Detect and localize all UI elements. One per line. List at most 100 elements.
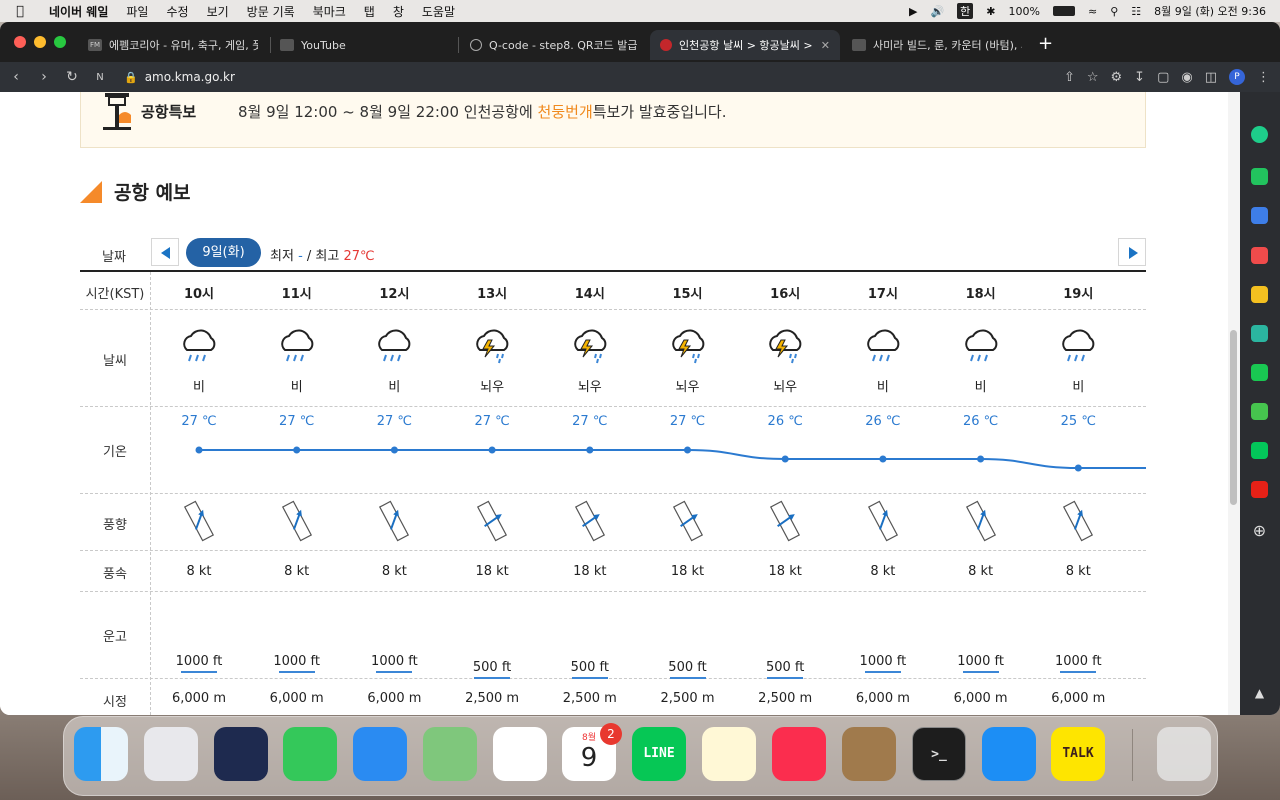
ceiling-value: 1000 ft: [371, 654, 418, 669]
menu-history[interactable]: 방문 기록: [238, 3, 304, 20]
menu-tab[interactable]: 탭: [355, 3, 384, 20]
tab-qcode[interactable]: Q-code - step8. QR코드 발급: [460, 30, 648, 60]
launchpad-icon[interactable]: [144, 727, 198, 781]
window-minimize-button[interactable]: [34, 36, 46, 48]
sidebar-talk-icon[interactable]: [1251, 168, 1268, 185]
input-source-indicator[interactable]: 한: [957, 3, 974, 19]
min-value: -: [298, 249, 303, 264]
terminal-icon[interactable]: >_: [912, 727, 966, 781]
wind-direction-arrow-icon: [834, 500, 932, 542]
calendar-icon[interactable]: 8월 9 2: [562, 723, 622, 781]
menu-file[interactable]: 파일: [117, 3, 157, 20]
menu-view[interactable]: 보기: [198, 3, 238, 20]
bluetooth-icon[interactable]: ✱: [986, 5, 995, 18]
app-store-icon[interactable]: [982, 727, 1036, 781]
new-tab-button[interactable]: +: [1038, 33, 1053, 54]
extensions-icon[interactable]: ⚙: [1111, 70, 1123, 85]
scroll-thumb[interactable]: [1230, 330, 1237, 505]
next-date-button[interactable]: [1118, 238, 1146, 266]
menubar-clock[interactable]: 8월 9일 (화) 오전 9:36: [1154, 3, 1266, 19]
sidebar-toggle-icon[interactable]: ◫: [1205, 70, 1217, 85]
temperature-point: [684, 446, 691, 454]
finder-icon[interactable]: [74, 727, 128, 781]
section-triangle-icon: [80, 180, 102, 203]
sidebar-calendar-icon[interactable]: [1251, 207, 1268, 224]
whale-sidebar-home-icon[interactable]: [1251, 126, 1268, 143]
rain-cloud-icon: [248, 326, 346, 366]
whale-browser-icon[interactable]: [214, 727, 268, 781]
back-icon[interactable]: ‹: [2, 69, 30, 85]
tab-close-icon[interactable]: ✕: [821, 39, 830, 52]
menu-window[interactable]: 창: [384, 3, 413, 20]
temp-label: 27 ℃: [474, 414, 510, 429]
tab-youtube[interactable]: YouTube: [270, 30, 455, 60]
ceiling-value: 1000 ft: [859, 654, 907, 669]
page-scrollbar[interactable]: [1228, 92, 1240, 715]
menu-help[interactable]: 도움말: [413, 3, 464, 20]
lock-icon: 🔒: [124, 70, 138, 84]
battery-icon[interactable]: [1052, 6, 1075, 16]
kma-favicon: [660, 39, 672, 51]
share-icon[interactable]: ⇧: [1064, 70, 1075, 85]
trash-icon[interactable]: [1157, 727, 1211, 781]
tab-samira-build[interactable]: 사미라 빌드, 룬, 카운터 (바텀), 시즌: [842, 30, 1032, 60]
arrow-right-icon: [1129, 247, 1138, 259]
sidebar-star-icon[interactable]: [1251, 286, 1268, 303]
sidebar-memo-icon[interactable]: [1251, 364, 1268, 381]
sidebar-youtube-icon[interactable]: [1251, 481, 1268, 498]
max-label: / 최고: [306, 249, 340, 264]
maps-icon[interactable]: [423, 727, 477, 781]
sidebar-add-icon[interactable]: ⊕: [1251, 522, 1268, 539]
tab-incheon-weather[interactable]: 인천공항 날씨 > 항공날씨 > 항공기상 ✕: [650, 30, 840, 60]
prev-date-button[interactable]: [151, 238, 179, 266]
reload-icon[interactable]: ↻: [58, 69, 86, 85]
sidebar-naver-icon[interactable]: [1251, 442, 1268, 459]
wifi-icon[interactable]: ≈: [1088, 5, 1097, 18]
menu-edit[interactable]: 수정: [157, 3, 197, 20]
photos-icon[interactable]: [493, 727, 547, 781]
control-center-icon[interactable]: ☷: [1131, 5, 1141, 18]
messages-icon[interactable]: [283, 727, 337, 781]
menu-bookmarks[interactable]: 북마크: [304, 3, 355, 20]
address-bar[interactable]: 🔒 amo.kma.go.kr: [114, 62, 994, 92]
tab-label: YouTube: [301, 38, 346, 52]
music-icon[interactable]: [772, 727, 826, 781]
temp-label: 27 ℃: [572, 414, 608, 429]
sidebar-translate-icon[interactable]: [1251, 325, 1268, 342]
window-zoom-button[interactable]: [54, 36, 66, 48]
ceiling-value: 1000 ft: [957, 654, 1004, 669]
more-menu-icon[interactable]: ⋮: [1257, 70, 1270, 85]
profile-avatar[interactable]: P: [1229, 69, 1245, 85]
samira-favicon: [852, 39, 866, 51]
tab-label: 인천공항 날씨 > 항공날씨 > 항공기상: [679, 39, 814, 52]
sidebar-game-icon[interactable]: [1251, 403, 1268, 420]
spotlight-search-icon[interactable]: ⚲: [1110, 5, 1118, 18]
tab-fmkorea[interactable]: FM 에펨코리아 - 유머, 축구, 게임, 풋볼매: [78, 30, 268, 60]
hour-label: 12시: [379, 287, 410, 302]
control-tower-icon: [103, 93, 131, 130]
window-close-button[interactable]: [14, 36, 26, 48]
sidebar-pocket-icon[interactable]: [1251, 247, 1268, 264]
mail-icon[interactable]: [353, 727, 407, 781]
contacts-icon[interactable]: [842, 727, 896, 781]
line-icon[interactable]: LINE: [632, 727, 686, 781]
download-icon[interactable]: ↧: [1134, 70, 1145, 85]
visibility-value: 6,000 m: [269, 691, 324, 706]
temperature-point: [879, 455, 887, 463]
forward-icon[interactable]: ›: [30, 69, 58, 85]
notes-icon[interactable]: [702, 727, 756, 781]
play-status-icon[interactable]: ▶: [909, 5, 917, 18]
sidebar-pin-icon[interactable]: ▲: [1251, 686, 1268, 703]
volume-icon[interactable]: 🔊: [930, 5, 944, 18]
bookmark-star-icon[interactable]: ☆: [1087, 70, 1099, 85]
capture-icon[interactable]: ▢: [1157, 70, 1169, 85]
current-date-pill[interactable]: 9일(화): [186, 238, 261, 267]
row-label-wind-speed: 풍속: [103, 567, 127, 582]
apple-menu-icon[interactable]: : [0, 4, 40, 19]
kakaotalk-icon[interactable]: TALK: [1051, 727, 1105, 781]
calendar-badge: 2: [600, 723, 622, 745]
lens-icon[interactable]: ◉: [1181, 70, 1192, 85]
weather-text: 뇌우: [773, 380, 798, 395]
menu-app-name[interactable]: 네이버 웨일: [40, 3, 117, 20]
naver-home-icon[interactable]: N: [86, 72, 114, 83]
